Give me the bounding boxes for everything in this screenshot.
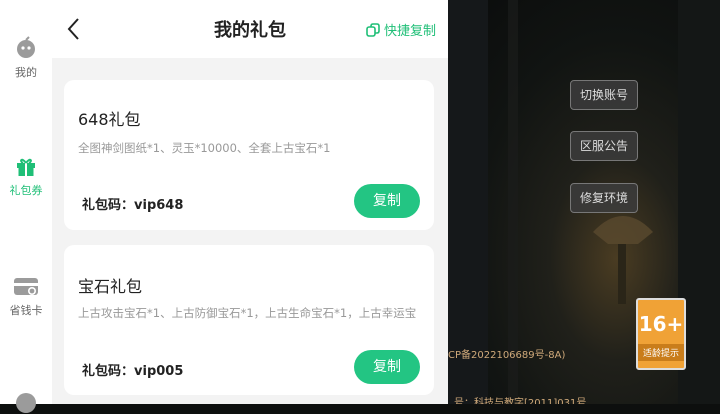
gift-title: 648礼包 — [78, 110, 141, 129]
age-note: 适龄提示 — [638, 344, 684, 361]
gift-description: 上古攻击宝石*1、上古防御宝石*1，上古生命宝石*1，上古幸运宝 — [78, 306, 417, 320]
quick-copy-label: 快捷复制 — [383, 24, 436, 39]
gift-card: 648礼包 全图神剑图纸*1、灵玉*10000、全套上古宝石*1 礼包码：vip… — [64, 80, 434, 230]
more-icon — [16, 393, 36, 413]
publish-text: 号：科技与教字[2011]031号 — [454, 398, 587, 404]
gift-icon — [17, 158, 35, 176]
sidebar-item-mine[interactable]: 我的 — [0, 36, 52, 80]
age-rating-badge: 16+ 适龄提示 — [636, 298, 686, 370]
sidebar-item-gift-coupon[interactable]: 礼包券 — [0, 156, 52, 198]
avatar-icon — [17, 36, 35, 58]
gift-card: 宝石礼包 上古攻击宝石*1、上古防御宝石*1，上古生命宝石*1，上古幸运宝 礼包… — [64, 245, 434, 395]
quick-copy-button[interactable]: 快捷复制 — [366, 20, 436, 39]
sidebar-item-label: 我的 — [15, 66, 37, 79]
gift-description: 全图神剑图纸*1、灵玉*10000、全套上古宝石*1 — [78, 141, 331, 155]
sidebar-item-label: 礼包券 — [9, 184, 43, 197]
repair-environment-button[interactable]: 修复环境 — [570, 183, 638, 213]
gift-title: 宝石礼包 — [78, 277, 143, 296]
game-screen: 切换账号 区服公告 修复环境 16+ 适龄提示 CP备2022106689号-8… — [448, 0, 720, 404]
gift-panel: 我的礼包 快捷复制 648礼包 全图神剑图纸*1、灵玉*10000、全套上古宝石… — [52, 0, 448, 404]
gift-code-label: 礼包码： — [82, 364, 135, 379]
sidebar-item-more[interactable] — [0, 392, 52, 414]
gift-code-label: 礼包码： — [82, 198, 135, 213]
sidebar-item-label: 省钱卡 — [9, 304, 43, 317]
header-bar: 我的礼包 快捷复制 — [52, 0, 448, 58]
gift-code-row: 礼包码：vip648 — [82, 194, 183, 213]
sidebar-item-savings-card[interactable]: 省钱卡 — [0, 276, 52, 318]
card-icon — [14, 278, 38, 295]
icp-text: CP备2022106689号-8A) — [448, 350, 566, 361]
gift-code: vip005 — [134, 364, 184, 379]
age-rating: 16+ — [638, 312, 684, 336]
copy-icon — [366, 22, 380, 37]
copy-button[interactable]: 复制 — [354, 184, 420, 218]
copy-button[interactable]: 复制 — [354, 350, 420, 384]
server-notice-button[interactable]: 区服公告 — [570, 131, 638, 161]
gift-code: vip648 — [134, 198, 184, 213]
gift-code-row: 礼包码：vip005 — [82, 360, 183, 379]
sidebar: 我的 礼包券 省钱卡 — [0, 0, 52, 413]
switch-account-button[interactable]: 切换账号 — [570, 80, 638, 110]
